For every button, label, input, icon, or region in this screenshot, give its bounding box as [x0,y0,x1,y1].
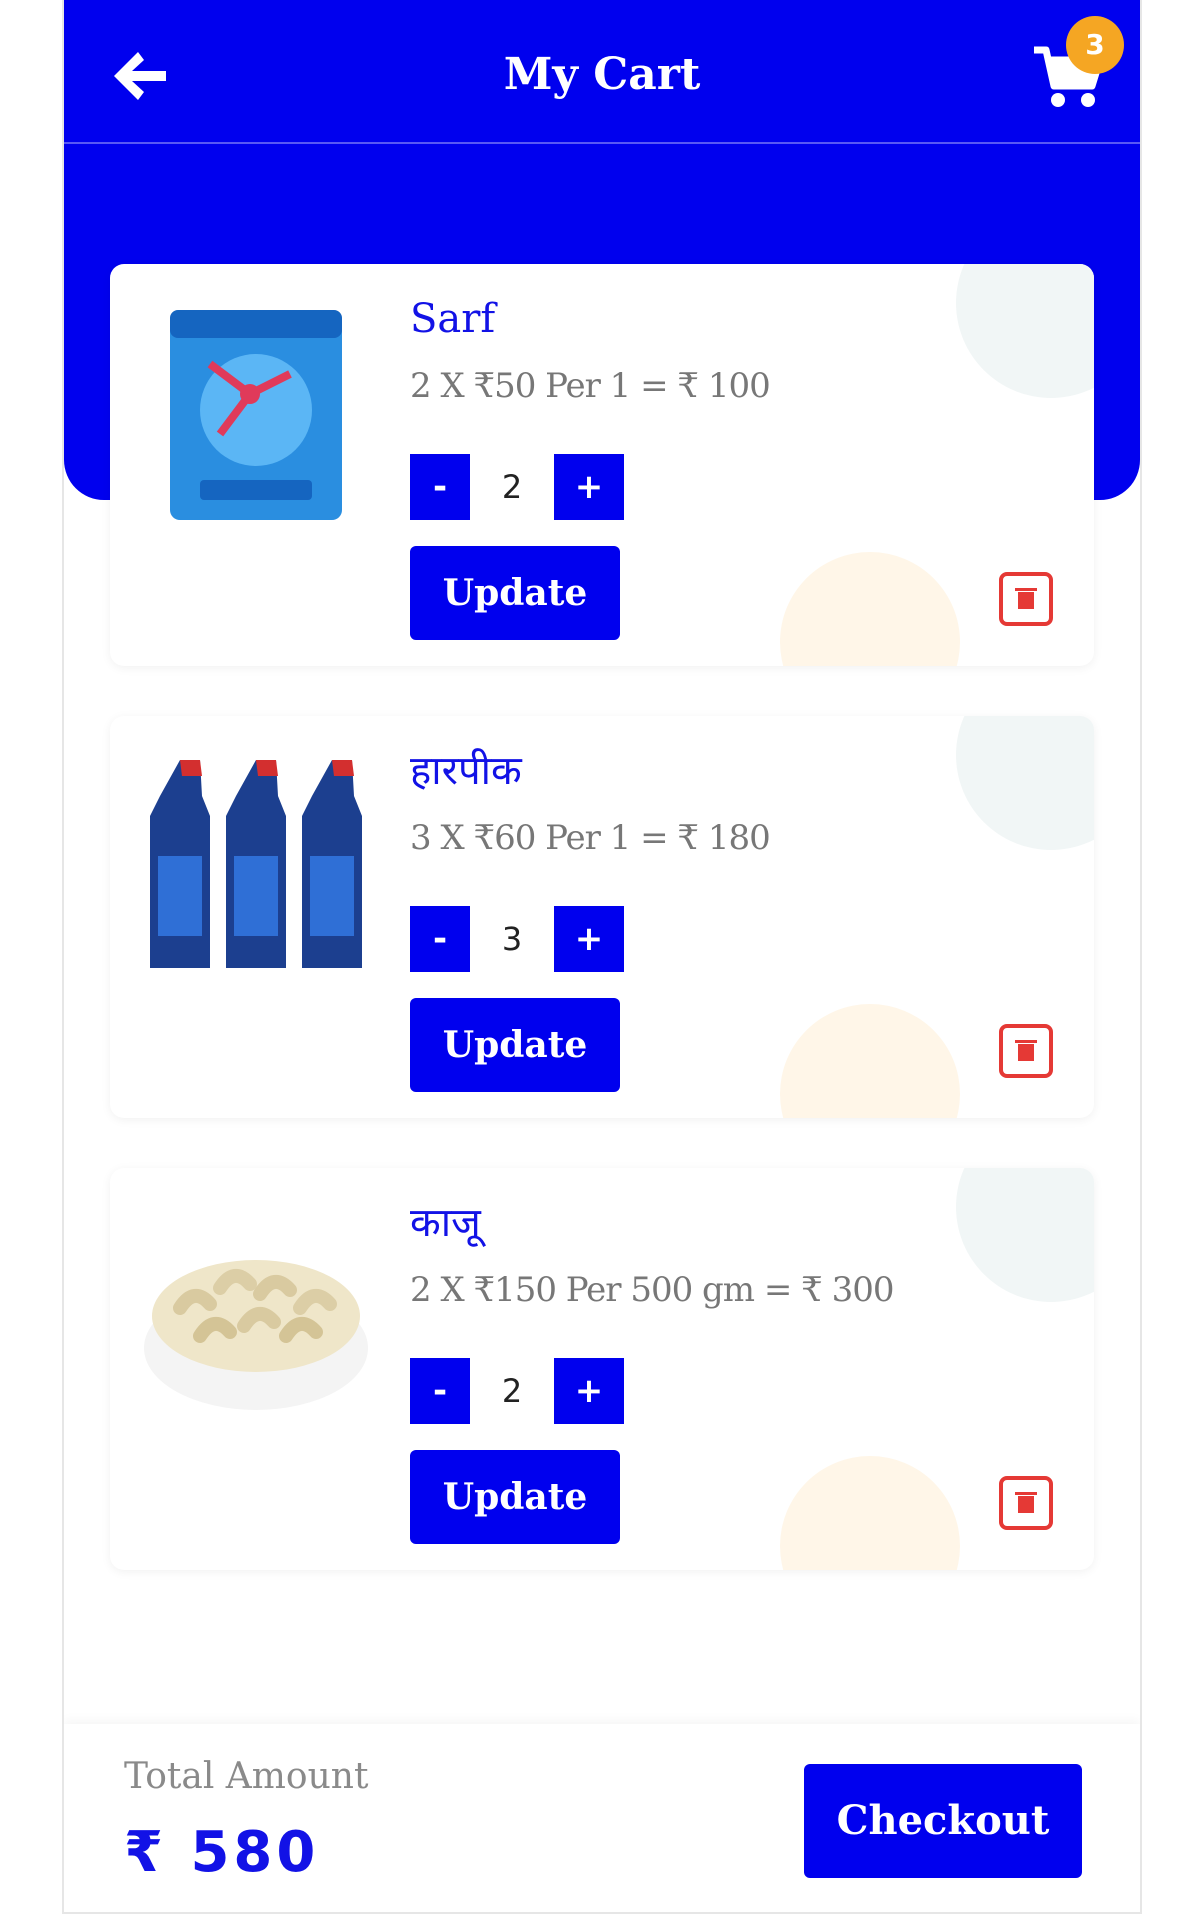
surf-excel-pack-image [170,310,342,520]
cashew-bowl-image [144,1260,368,1410]
header-divider [64,142,1140,144]
product-name: काजू [410,1200,481,1246]
decorative-circle [780,1004,960,1118]
delete-button[interactable] [998,1023,1054,1079]
quantity-value: 3 [501,920,523,958]
quantity-increase-button[interactable]: + [554,906,624,972]
quantity-increase-button[interactable]: + [554,1358,624,1424]
cart-footer: Total Amount ₹ 580 Checkout [64,1724,1140,1912]
product-price-line: 2 X ₹150 Per 500 gm = ₹ 300 [410,1270,894,1310]
product-name: Sarf [410,296,496,342]
product-price-line: 3 X ₹60 Per 1 = ₹ 180 [410,818,771,858]
delete-icon [999,1476,1053,1530]
checkout-button[interactable]: Checkout [804,1764,1082,1878]
delete-button[interactable] [998,1475,1054,1531]
update-button[interactable]: Update [410,1450,620,1544]
quantity-increase-button[interactable]: + [554,454,624,520]
page-title: My Cart [503,49,701,100]
cart-item-card: Sarf 2 X ₹50 Per 1 = ₹ 100 - 2 + Update [110,264,1094,666]
cart-screen: My Cart 3 Sarf 2 X ₹50 Per 1 = ₹ 100 - 2… [62,0,1142,1914]
harpic-bottles-image [150,760,362,968]
total-amount-value: ₹ 580 [124,1820,320,1885]
delete-button[interactable] [998,571,1054,627]
update-button[interactable]: Update [410,998,620,1092]
update-button[interactable]: Update [410,546,620,640]
delete-icon [999,572,1053,626]
product-name: हारपीक [410,748,522,794]
cart-count-badge: 3 [1066,16,1124,74]
decorative-circle [956,716,1094,850]
decorative-circle [956,264,1094,398]
quantity-value: 2 [501,1372,523,1410]
decorative-circle [780,1456,960,1570]
delete-icon [999,1024,1053,1078]
total-amount-label: Total Amount [124,1756,369,1797]
decorative-circle [780,552,960,666]
quantity-decrease-button[interactable]: - [410,454,470,520]
quantity-value: 2 [501,468,523,506]
quantity-decrease-button[interactable]: - [410,1358,470,1424]
quantity-decrease-button[interactable]: - [410,906,470,972]
cart-item-card: हारपीक 3 X ₹60 Per 1 = ₹ 180 - 3 + Updat… [110,716,1094,1118]
product-price-line: 2 X ₹50 Per 1 = ₹ 100 [410,366,771,406]
cart-item-card: काजू 2 X ₹150 Per 500 gm = ₹ 300 - 2 + U… [110,1168,1094,1570]
decorative-circle [956,1168,1094,1302]
